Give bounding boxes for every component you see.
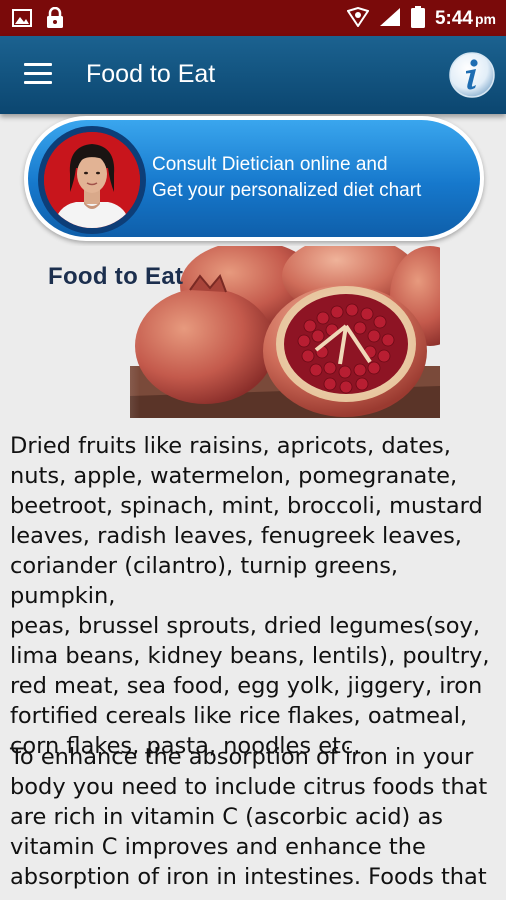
app-bar: Food to Eat <box>0 36 506 114</box>
banner-background: Consult Dietician online and Get your pe… <box>28 120 480 237</box>
lock-icon <box>46 6 64 33</box>
banner-line-1: Consult Dietician online and <box>152 154 388 175</box>
consult-dietician-banner[interactable]: Consult Dietician online and Get your pe… <box>24 116 484 241</box>
clock-time: 5:44 <box>434 8 473 29</box>
info-icon[interactable] <box>448 51 496 99</box>
clock-period: pm <box>475 11 496 27</box>
food-list-paragraph: Dried fruits like raisins, apricots, dat… <box>10 433 490 759</box>
food-image-heading: Food to Eat <box>48 263 184 290</box>
hamburger-menu-icon[interactable] <box>24 63 54 87</box>
vpn-key-icon <box>346 6 370 31</box>
image-icon <box>12 9 32 31</box>
banner-line-2: Get your personalized diet chart <box>152 180 422 201</box>
signal-icon <box>379 7 401 31</box>
dietician-avatar <box>44 132 140 228</box>
clock: 5:44 pm <box>435 8 496 30</box>
avatar-ring <box>38 126 146 234</box>
iron-absorption-paragraph: To enhance the absorption of iron in you… <box>10 744 488 890</box>
banner-text: Consult Dietician online and Get your pe… <box>152 152 421 204</box>
page-title: Food to Eat <box>86 60 216 88</box>
battery-icon <box>410 6 425 32</box>
status-bar: 5:44 pm <box>0 0 506 36</box>
